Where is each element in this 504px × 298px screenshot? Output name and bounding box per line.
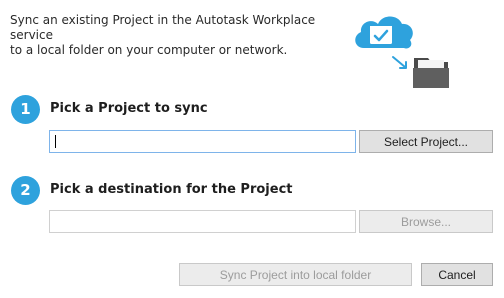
sync-illustration-graphic xyxy=(355,16,449,88)
select-project-button[interactable]: Select Project... xyxy=(359,130,493,153)
folder-icon xyxy=(413,58,449,88)
project-input[interactable] xyxy=(49,130,356,153)
intro-text: Sync an existing Project in the Autotask… xyxy=(10,13,340,58)
destination-input[interactable] xyxy=(49,210,356,233)
step-2-title: Pick a destination for the Project xyxy=(50,182,293,197)
intro-line-1: Sync an existing Project in the Autotask… xyxy=(10,13,316,42)
step-1-badge: 1 xyxy=(11,95,40,124)
browse-button[interactable]: Browse... xyxy=(359,210,493,233)
text-caret xyxy=(55,135,56,148)
step-1-title: Pick a Project to sync xyxy=(50,101,208,116)
sync-project-button[interactable]: Sync Project into local folder xyxy=(179,263,412,286)
cloud-check-icon xyxy=(355,16,413,49)
step-2-badge: 2 xyxy=(11,176,40,205)
intro-line-2: to a local folder on your computer or ne… xyxy=(10,43,288,57)
sync-illustration xyxy=(350,8,460,90)
arrow-down-right-icon xyxy=(392,56,407,69)
sync-project-dialog: Sync an existing Project in the Autotask… xyxy=(0,0,504,298)
cancel-button[interactable]: Cancel xyxy=(421,263,493,286)
